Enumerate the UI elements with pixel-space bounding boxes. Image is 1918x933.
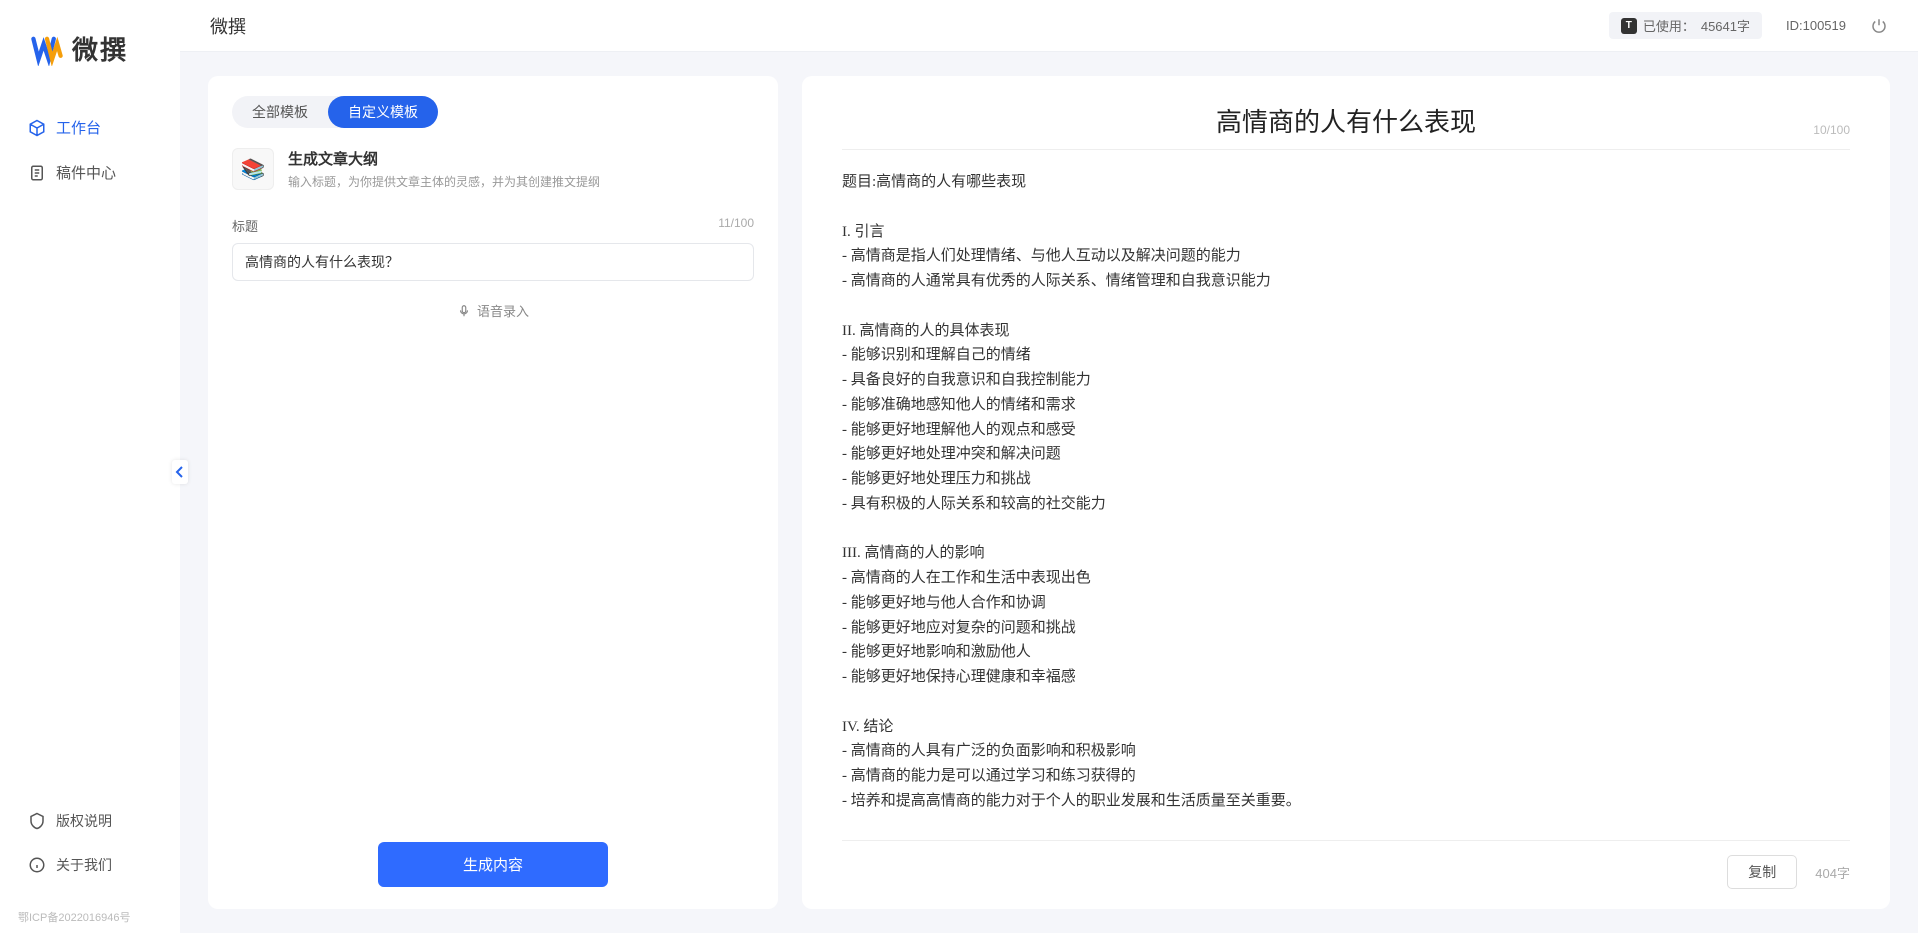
template-info: 生成文章大纲 输入标题，为你提供文章主体的灵感，并为其创建推文提纲	[288, 148, 600, 190]
sidebar: 微撰 工作台 稿件中心 版权说明 关于我们 鄂ICP备2022016946号	[0, 0, 180, 933]
generate-button[interactable]: 生成内容	[378, 842, 608, 887]
nav-about[interactable]: 关于我们	[10, 845, 170, 885]
template-card: 📚 生成文章大纲 输入标题，为你提供文章主体的灵感，并为其创建推文提纲	[232, 148, 754, 190]
output-header: 高情商的人有什么表现 10/100	[842, 102, 1850, 139]
output-panel: 高情商的人有什么表现 10/100 题目:高情商的人有哪些表现 I. 引言 - …	[802, 76, 1890, 909]
nav-label: 关于我们	[56, 855, 112, 875]
logo-area: 微撰	[0, 0, 180, 107]
output-title: 高情商的人有什么表现	[842, 102, 1850, 139]
nav-copyright[interactable]: 版权说明	[10, 801, 170, 841]
power-icon[interactable]	[1870, 17, 1888, 35]
tab-all-templates[interactable]: 全部模板	[232, 96, 328, 128]
copy-button[interactable]: 复制	[1727, 855, 1797, 889]
output-counter: 10/100	[1813, 123, 1850, 137]
page-title: 微撰	[210, 13, 246, 39]
sidebar-collapse-handle[interactable]	[172, 460, 188, 484]
template-tabs: 全部模板 自定义模板	[232, 96, 438, 128]
nav-label: 稿件中心	[56, 162, 116, 183]
usage-value: 45641字	[1701, 16, 1750, 35]
shield-icon	[28, 812, 46, 830]
topbar-right: T 已使用： 45641字 ID:100519	[1609, 12, 1888, 39]
nav-drafts[interactable]: 稿件中心	[10, 152, 170, 193]
usage-badge[interactable]: T 已使用： 45641字	[1609, 12, 1762, 39]
user-id: ID:100519	[1786, 18, 1846, 33]
logo-text: 微撰	[72, 30, 128, 67]
word-count: 404字	[1815, 863, 1850, 882]
field-header: 标题 11/100	[232, 216, 754, 235]
template-icon: 📚	[232, 148, 274, 190]
logo-icon	[30, 32, 64, 66]
output-divider	[842, 149, 1850, 150]
field-char-count: 11/100	[718, 216, 754, 235]
nav-label: 版权说明	[56, 811, 112, 831]
tab-custom-templates[interactable]: 自定义模板	[328, 96, 438, 128]
nav-workspace[interactable]: 工作台	[10, 107, 170, 148]
template-name: 生成文章大纲	[288, 148, 600, 169]
nav-menu: 工作台 稿件中心	[0, 107, 180, 791]
chevron-left-icon	[175, 466, 185, 478]
content-area: 全部模板 自定义模板 📚 生成文章大纲 输入标题，为你提供文章主体的灵感，并为其…	[180, 52, 1918, 933]
document-icon	[28, 164, 46, 182]
sidebar-bottom: 版权说明 关于我们	[0, 791, 180, 899]
text-icon: T	[1621, 18, 1637, 34]
input-panel: 全部模板 自定义模板 📚 生成文章大纲 输入标题，为你提供文章主体的灵感，并为其…	[208, 76, 778, 909]
field-label: 标题	[232, 216, 258, 235]
template-desc: 输入标题，为你提供文章主体的灵感，并为其创建推文提纲	[288, 173, 600, 190]
voice-input-button[interactable]: 语音录入	[232, 295, 754, 326]
output-footer: 复制 404字	[842, 840, 1850, 889]
nav-label: 工作台	[56, 117, 101, 138]
voice-label: 语音录入	[477, 301, 529, 320]
info-icon	[28, 856, 46, 874]
output-body[interactable]: 题目:高情商的人有哪些表现 I. 引言 - 高情商是指人们处理情绪、与他人互动以…	[842, 170, 1850, 840]
main-area: 微撰 T 已使用： 45641字 ID:100519 全部模板 自定义模板 📚 …	[180, 0, 1918, 933]
icp-text: 鄂ICP备2022016946号	[0, 909, 180, 933]
usage-label: 已使用：	[1643, 16, 1695, 35]
cube-icon	[28, 119, 46, 137]
title-input[interactable]	[232, 243, 754, 281]
mic-icon	[457, 304, 471, 318]
topbar: 微撰 T 已使用： 45641字 ID:100519	[180, 0, 1918, 52]
